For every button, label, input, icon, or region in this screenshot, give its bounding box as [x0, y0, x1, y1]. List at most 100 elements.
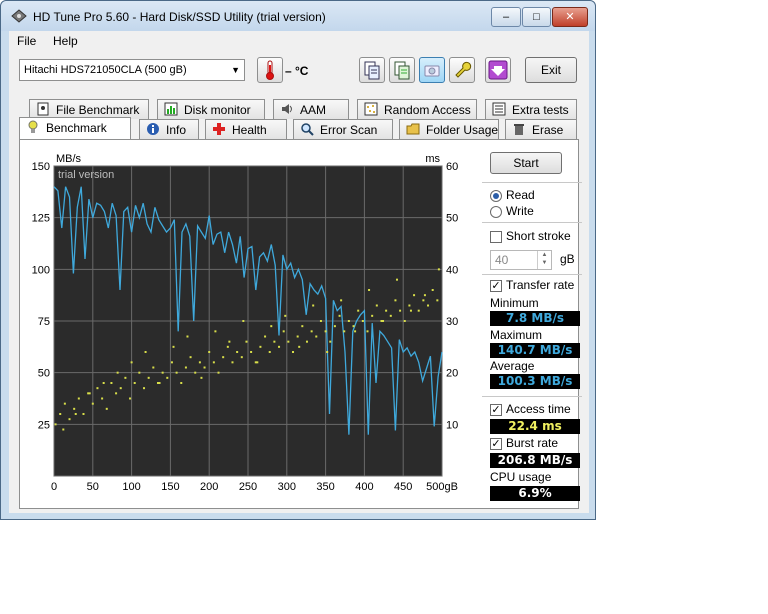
spinner-arrows-icon[interactable]: ▲ ▼	[537, 251, 551, 269]
access-time-point	[115, 392, 118, 395]
access-time-point	[338, 314, 341, 317]
health-cross-icon	[213, 123, 225, 135]
temperature-readout: – °C	[285, 64, 309, 78]
tab-label: Disk monitor	[184, 103, 251, 117]
access-time-point	[101, 397, 104, 400]
screenshot-button[interactable]	[419, 57, 445, 83]
access-time-point	[312, 304, 315, 307]
tab-file-benchmark[interactable]: File Benchmark	[29, 99, 149, 119]
tab-label: Health	[232, 123, 267, 137]
access-time-point	[105, 407, 108, 410]
access-time-point	[88, 392, 91, 395]
access-time-point	[437, 268, 440, 271]
magnifier-icon	[301, 123, 314, 136]
start-button[interactable]: Start	[490, 152, 562, 174]
read-radio[interactable]	[490, 190, 502, 202]
burst-rate-label: Burst rate	[506, 436, 559, 450]
access-time-point	[284, 314, 287, 317]
y-right-tick-label: 60	[446, 161, 458, 173]
access-time-checkbox[interactable]: ✓	[490, 404, 502, 416]
access-time-point	[214, 330, 217, 333]
window-title: HD Tune Pro 5.60 - Hard Disk/SSD Utility…	[33, 10, 326, 24]
access-time-point	[102, 382, 105, 384]
exit-button[interactable]: Exit	[525, 57, 577, 83]
tab-erase[interactable]: Erase	[505, 119, 577, 139]
copy-all-button[interactable]	[389, 57, 415, 83]
access-time-value: 22.4 ms	[490, 419, 580, 434]
drive-dropdown-value: Hitachi HDS721050CLA (500 gB)	[24, 64, 187, 76]
x-tick-label: 100	[122, 481, 140, 493]
tab-disk-monitor[interactable]: Disk monitor	[157, 99, 265, 119]
tab-label: Extra tests	[512, 103, 569, 117]
close-button[interactable]: ✕	[552, 7, 588, 27]
tab-health[interactable]: Health	[205, 119, 287, 139]
access-time-point	[343, 330, 346, 333]
y-left-tick-label: 150	[32, 161, 50, 173]
speaker-icon	[282, 104, 292, 114]
save-button[interactable]	[485, 57, 511, 83]
access-time-point	[408, 304, 411, 307]
drive-dropdown[interactable]: Hitachi HDS721050CLA (500 gB) ▼	[19, 59, 245, 81]
y-right-tick-label: 40	[446, 264, 458, 276]
short-stroke-spinner[interactable]: 40 ▲ ▼	[490, 250, 552, 270]
tab-info[interactable]: Info	[139, 119, 199, 139]
burst-rate-checkbox[interactable]: ✓	[490, 438, 502, 450]
access-time-point	[340, 299, 343, 302]
tab-label: Info	[166, 123, 187, 137]
access-time-point	[194, 371, 197, 374]
x-tick-label: 0	[51, 481, 57, 493]
access-time-point	[268, 351, 271, 353]
access-time-point	[68, 418, 71, 421]
short-stroke-checkbox[interactable]	[490, 231, 502, 243]
tab-aam[interactable]: AAM	[273, 99, 349, 119]
transfer-rate-checkbox[interactable]: ✓	[490, 280, 502, 292]
access-time-point	[152, 366, 155, 369]
y-right-unit: ms	[425, 153, 440, 165]
access-time-point	[278, 345, 281, 348]
divider	[482, 182, 582, 183]
y-left-tick-label: 100	[32, 264, 50, 276]
download-arrow-icon	[488, 60, 508, 80]
tab-benchmark[interactable]: Benchmark	[19, 117, 131, 139]
access-time-point	[138, 371, 141, 374]
maximum-value: 140.7 MB/s	[490, 343, 580, 358]
tab-error-scan[interactable]: Error Scan	[293, 119, 393, 139]
tab-random-access[interactable]: Random Access	[357, 99, 477, 119]
file-benchmark-icon	[37, 102, 49, 116]
access-time-point	[231, 361, 234, 364]
access-time-point	[427, 304, 430, 307]
benchmark-chart: 0 50 100 150 200 250 300 350 400 450 500gB 150 125 10…	[32, 153, 459, 493]
access-time-point	[395, 278, 398, 281]
access-time-point	[282, 330, 285, 333]
access-time-point	[143, 387, 146, 390]
access-time-point	[166, 376, 169, 379]
access-time-point	[361, 320, 364, 322]
tab-folder-usage[interactable]: Folder Usage	[399, 119, 499, 139]
access-time-point	[422, 299, 425, 302]
menu-help[interactable]: Help	[53, 34, 78, 48]
y-right-tick-label: 30	[446, 316, 458, 328]
copy-info-button[interactable]	[359, 57, 385, 83]
temperature-button[interactable]	[257, 57, 283, 83]
short-stroke-value: 40	[495, 253, 509, 267]
title-bar[interactable]: HD Tune Pro 5.60 - Hard Disk/SSD Utility…	[1, 1, 595, 31]
access-time-point	[245, 340, 248, 343]
maximum-label: Maximum	[490, 328, 543, 342]
access-time-point	[110, 382, 113, 384]
access-time-point	[315, 335, 318, 338]
minimize-button[interactable]: –	[491, 7, 521, 27]
access-time-point	[203, 366, 206, 369]
menu-file[interactable]: File	[17, 34, 36, 48]
x-tick-label: 300	[278, 481, 296, 493]
write-radio[interactable]	[490, 206, 502, 218]
copy-all-icon	[394, 61, 410, 80]
access-time-point	[409, 309, 412, 312]
access-time-point	[431, 289, 434, 291]
tab-label: Benchmark	[46, 121, 107, 135]
access-time-point	[186, 335, 189, 338]
tab-extra-tests[interactable]: Extra tests	[485, 99, 577, 119]
access-time-point	[77, 397, 80, 400]
access-time-point	[54, 423, 57, 426]
options-button[interactable]	[449, 57, 475, 83]
maximize-button[interactable]: □	[522, 7, 551, 27]
